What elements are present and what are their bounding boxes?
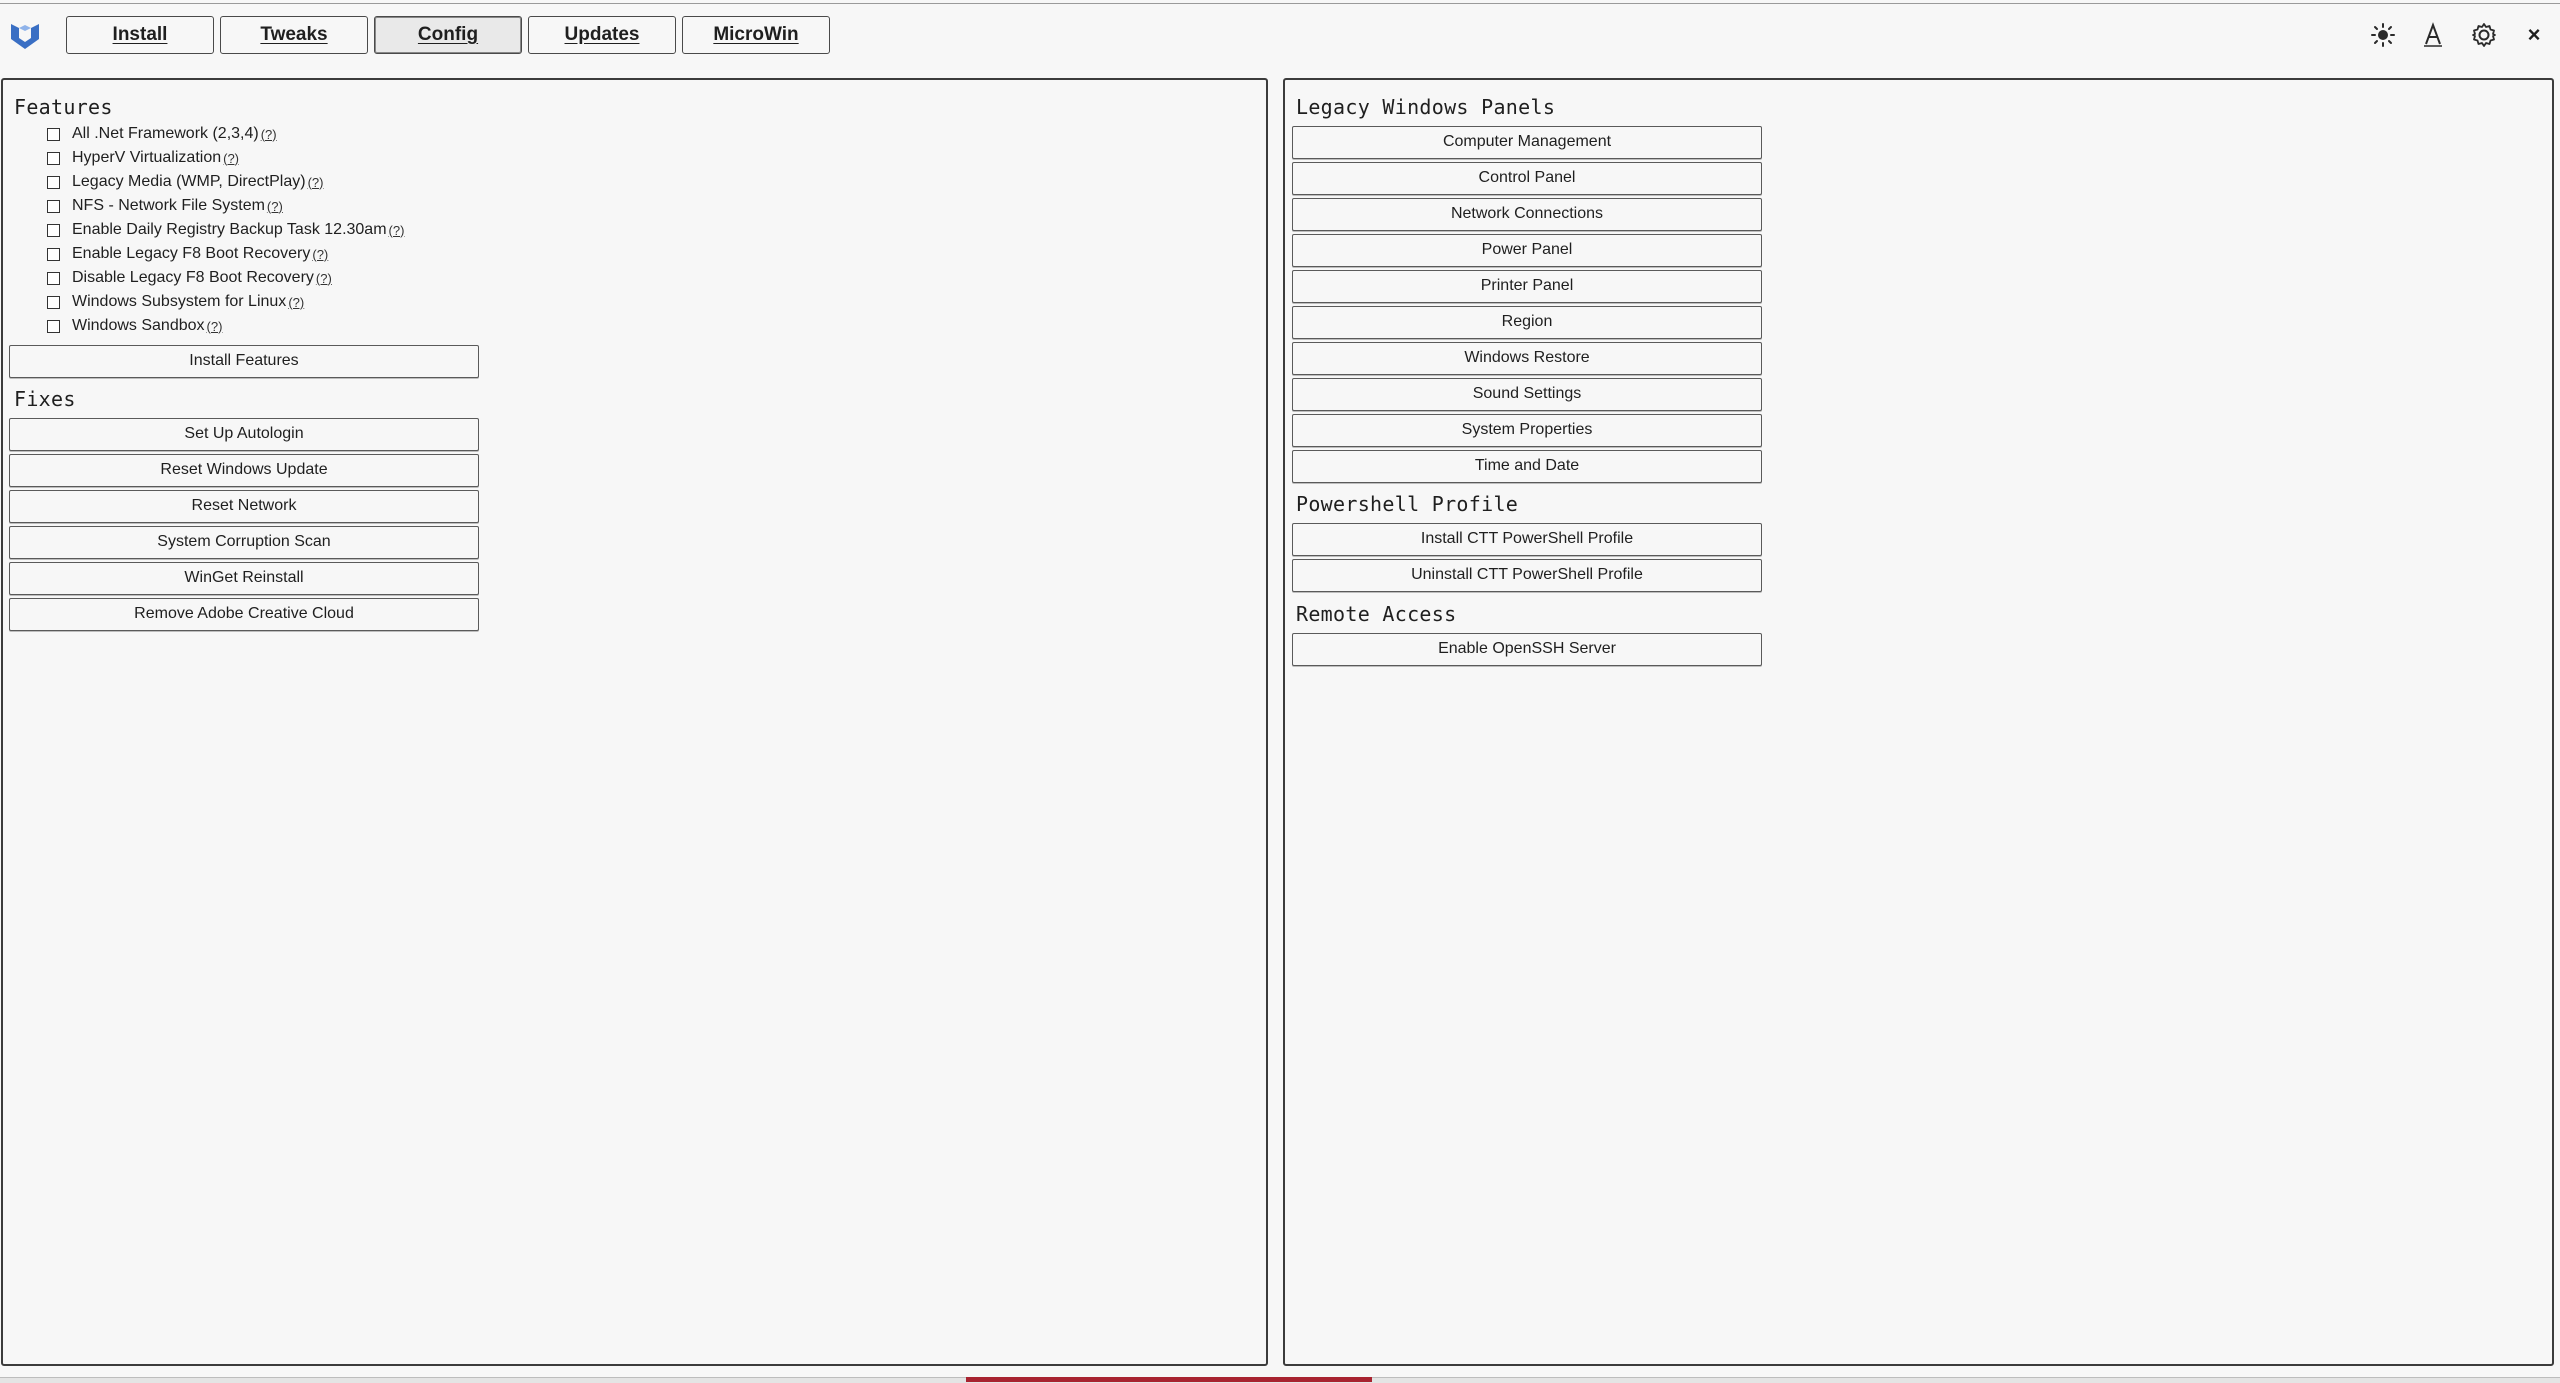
feature-label: HyperV Virtualization: [72, 149, 222, 166]
windows-restore-button[interactable]: Windows Restore: [1292, 342, 1762, 375]
power-panel-button[interactable]: Power Panel: [1292, 234, 1762, 267]
control-panel-button[interactable]: Control Panel: [1292, 162, 1762, 195]
remove-adobe-cc-button[interactable]: Remove Adobe Creative Cloud: [9, 598, 479, 631]
sound-settings-button[interactable]: Sound Settings: [1292, 378, 1762, 411]
feature-label: Windows Sandbox: [72, 317, 205, 334]
fixes-title: Fixes: [14, 387, 76, 411]
feature-checkbox-row[interactable]: Legacy Media (WMP, DirectPlay) (?): [47, 171, 323, 193]
feature-checkbox-row[interactable]: Enable Daily Registry Backup Task 12.30a…: [47, 219, 404, 241]
help-link[interactable]: (?): [261, 127, 277, 142]
feature-label: All .Net Framework (2,3,4): [72, 125, 259, 142]
checkbox[interactable]: [47, 127, 60, 141]
help-link[interactable]: (?): [223, 151, 239, 166]
legacy-panels-title: Legacy Windows Panels: [1296, 95, 1556, 119]
checkbox[interactable]: [47, 247, 60, 261]
enable-openssh-button[interactable]: Enable OpenSSH Server: [1292, 633, 1762, 666]
checkbox[interactable]: [47, 295, 60, 309]
tab-config[interactable]: Config: [374, 16, 522, 54]
checkbox[interactable]: [47, 271, 60, 285]
checkbox[interactable]: [47, 319, 60, 333]
winget-reinstall-button[interactable]: WinGet Reinstall: [9, 562, 479, 595]
remote-access-title: Remote Access: [1296, 602, 1457, 626]
feature-label: NFS - Network File System: [72, 197, 265, 214]
help-link[interactable]: (?): [288, 295, 304, 310]
help-link[interactable]: (?): [308, 175, 324, 190]
system-properties-button[interactable]: System Properties: [1292, 414, 1762, 447]
feature-label: Enable Daily Registry Backup Task 12.30a…: [72, 221, 387, 238]
feature-checkbox-row[interactable]: NFS - Network File System (?): [47, 195, 283, 217]
help-link[interactable]: (?): [389, 223, 405, 238]
time-and-date-button[interactable]: Time and Date: [1292, 450, 1762, 483]
winutil-logo-icon: [8, 18, 42, 52]
uninstall-ctt-profile-button[interactable]: Uninstall CTT PowerShell Profile: [1292, 559, 1762, 592]
computer-management-button[interactable]: Computer Management: [1292, 126, 1762, 159]
font-scaling-icon[interactable]: [2416, 18, 2450, 52]
help-link[interactable]: (?): [316, 271, 332, 286]
progress-indicator: [966, 1377, 1372, 1382]
feature-label: Windows Subsystem for Linux: [72, 293, 287, 310]
reset-network-button[interactable]: Reset Network: [9, 490, 479, 523]
printer-panel-button[interactable]: Printer Panel: [1292, 270, 1762, 303]
region-button[interactable]: Region: [1292, 306, 1762, 339]
network-connections-button[interactable]: Network Connections: [1292, 198, 1762, 231]
feature-checkbox-row[interactable]: Windows Subsystem for Linux (?): [47, 291, 304, 313]
powershell-profile-title: Powershell Profile: [1296, 492, 1519, 516]
feature-label: Enable Legacy F8 Boot Recovery: [72, 245, 311, 262]
setup-autologin-button[interactable]: Set Up Autologin: [9, 418, 479, 451]
tab-install[interactable]: Install: [66, 16, 214, 54]
install-ctt-profile-button[interactable]: Install CTT PowerShell Profile: [1292, 523, 1762, 556]
tab-updates[interactable]: Updates: [528, 16, 676, 54]
left-panel: Features All .Net Framework (2,3,4) (?) …: [1, 78, 1268, 1366]
features-title: Features: [14, 95, 113, 119]
feature-checkbox-row[interactable]: Windows Sandbox (?): [47, 315, 222, 337]
help-link[interactable]: (?): [207, 319, 223, 334]
feature-checkbox-row[interactable]: HyperV Virtualization (?): [47, 147, 239, 169]
header-bar: Install Tweaks Config Updates MicroWin ×: [0, 4, 2560, 74]
checkbox[interactable]: [47, 199, 60, 213]
checkbox[interactable]: [47, 151, 60, 165]
help-link[interactable]: (?): [267, 199, 283, 214]
checkbox[interactable]: [47, 223, 60, 237]
tab-tweaks[interactable]: Tweaks: [220, 16, 368, 54]
feature-label: Disable Legacy F8 Boot Recovery: [72, 269, 314, 286]
feature-label: Legacy Media (WMP, DirectPlay): [72, 173, 306, 190]
tab-microwin[interactable]: MicroWin: [682, 16, 830, 54]
help-link[interactable]: (?): [312, 247, 328, 262]
right-panel: Legacy Windows Panels Computer Managemen…: [1283, 78, 2554, 1366]
theme-toggle-icon[interactable]: [2366, 18, 2400, 52]
settings-gear-icon[interactable]: [2467, 18, 2501, 52]
feature-checkbox-row[interactable]: Enable Legacy F8 Boot Recovery (?): [47, 243, 328, 265]
install-features-button[interactable]: Install Features: [9, 345, 479, 378]
feature-checkbox-row[interactable]: All .Net Framework (2,3,4) (?): [47, 123, 277, 145]
reset-windows-update-button[interactable]: Reset Windows Update: [9, 454, 479, 487]
system-corruption-scan-button[interactable]: System Corruption Scan: [9, 526, 479, 559]
checkbox[interactable]: [47, 175, 60, 189]
close-icon[interactable]: ×: [2517, 18, 2551, 52]
feature-checkbox-row[interactable]: Disable Legacy F8 Boot Recovery (?): [47, 267, 332, 289]
